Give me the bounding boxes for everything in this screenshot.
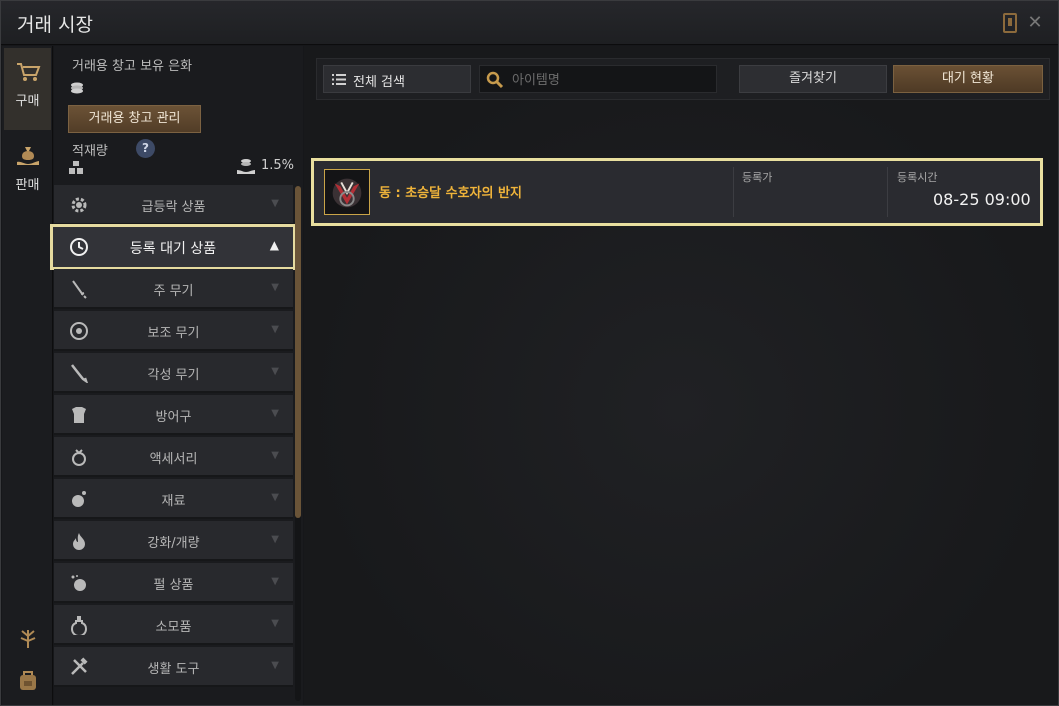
wallet-label: 거래용 창고 보유 은화 [72,59,193,74]
category-item-pearl[interactable]: 펄 상품 ▼ [54,563,293,603]
chevron-down-icon: ▼ [271,618,279,629]
chevron-down-icon: ▼ [271,534,279,545]
chevron-down-icon: ▼ [271,576,279,587]
help-icon[interactable]: ? [136,139,155,158]
side-rail: 구매 판매 [2,46,53,705]
category-label: 방어구 [155,410,192,425]
full-search-label: 전체 검색 [353,75,405,90]
item-thumbnail [324,169,370,215]
search-box [479,65,717,93]
money-bag-icon [16,147,39,165]
armor-icon [72,407,86,423]
category-label: 펄 상품 [153,578,194,593]
clock-icon [70,238,88,256]
chevron-down-icon: ▼ [271,282,279,293]
category-label: 보조 무기 [147,326,200,341]
manage-storage-button[interactable]: 거래용 창고 관리 [68,105,201,133]
potion-icon [70,616,88,635]
item-search-input[interactable] [512,70,712,90]
ore-icon [72,491,86,507]
category-label: 재료 [161,494,186,509]
category-label: 액세서리 [149,452,198,467]
category-item-accessory[interactable]: 액세서리 ▼ [54,437,293,477]
tab-sell-label: 판매 [15,178,40,193]
search-toolbar: 전체 검색 즐겨찾기 대기 현황 [316,58,1050,100]
ring-item-icon [332,178,362,208]
category-label: 등록 대기 상품 [129,241,217,257]
category-scrollbar-thumb[interactable] [295,186,301,518]
crate-icon [69,161,83,174]
tree-icon[interactable] [16,626,40,650]
category-label: 급등락 상품 [141,200,206,215]
close-icon[interactable]: ✕ [1027,13,1043,33]
chevron-down-icon: ▼ [271,198,279,209]
ring-icon [72,449,86,466]
item-name: 동 : 초승달 수호자의 반지 [379,186,522,201]
tab-sell[interactable]: 판매 [4,132,51,214]
registered-time-value: 08-25 09:00 [933,190,1031,209]
chevron-down-icon: ▼ [271,408,279,419]
category-item-armor[interactable]: 방어구 ▼ [54,395,293,435]
category-panel: 거래용 창고 보유 은화 거래용 창고 관리 적재량 ? 1.5% 급등락 상품 [50,46,303,705]
category-item-sub-weapon[interactable]: 보조 무기 ▼ [54,311,293,351]
category-label: 생활 도구 [147,662,200,677]
category-item-material[interactable]: 재료 ▼ [54,479,293,519]
window-title: 거래 시장 [17,14,93,36]
wait-status-button[interactable]: 대기 현황 [893,65,1043,93]
chevron-down-icon: ▼ [271,660,279,671]
silver-hand-icon [237,159,255,174]
registered-time-label: 등록시간 [897,171,938,184]
backpack-icon[interactable] [16,668,40,692]
chevron-up-icon: ▲ [269,238,279,252]
tab-buy-label: 구매 [15,94,40,109]
category-item-awakening-weapon[interactable]: 각성 무기 ▼ [54,353,293,393]
tools-icon [71,657,88,675]
category-item-life-tools[interactable]: 생활 도구 ▼ [54,647,293,687]
chevron-down-icon: ▼ [271,324,279,335]
list-item[interactable]: 동 : 초승달 수호자의 반지 등록가 등록시간 08-25 09:00 [311,158,1043,226]
weight-label: 적재량 [72,144,108,159]
category-label: 주 무기 [153,284,194,299]
category-item-pending[interactable]: 등록 대기 상품 ▲ [50,224,296,270]
category-item-consumable[interactable]: 소모품 ▼ [54,605,293,645]
category-item-enhancement[interactable]: 강화/개량 ▼ [54,521,293,561]
sword-icon [72,280,87,299]
chevron-down-icon: ▼ [271,366,279,377]
title-bar: 거래 시장 ✕ [1,1,1058,45]
column-divider [887,167,888,217]
favorites-button[interactable]: 즐겨찾기 [739,65,887,93]
blade-icon [71,364,88,383]
category-label: 강화/개량 [147,536,200,551]
phone-icon[interactable] [1003,13,1017,33]
category-label: 소모품 [155,620,192,635]
weight-percent: 1.5% [261,158,295,173]
category-label: 각성 무기 [147,368,200,383]
category-item-surge[interactable]: 급등락 상품 ▼ [54,185,293,225]
search-icon [486,71,504,89]
flame-icon [73,533,85,550]
cart-icon [16,63,40,81]
shield-icon [70,322,88,340]
pearl-icon [71,575,86,591]
main-area: 전체 검색 즐겨찾기 대기 현황 동 : 초승달 [304,46,1058,705]
silver-coin-icon [71,82,83,94]
list-icon [332,74,346,85]
column-divider [733,167,734,217]
category-item-main-weapon[interactable]: 주 무기 ▼ [54,269,293,309]
gear-icon [71,197,87,213]
chevron-down-icon: ▼ [271,450,279,461]
price-label: 등록가 [742,171,773,184]
full-search-button[interactable]: 전체 검색 [323,65,471,93]
market-window: 거래 시장 ✕ 구매 판매 거래용 창고 보유 은화 거래용 창고 관리 적재량… [0,0,1059,706]
tab-buy[interactable]: 구매 [4,48,51,130]
chevron-down-icon: ▼ [271,492,279,503]
